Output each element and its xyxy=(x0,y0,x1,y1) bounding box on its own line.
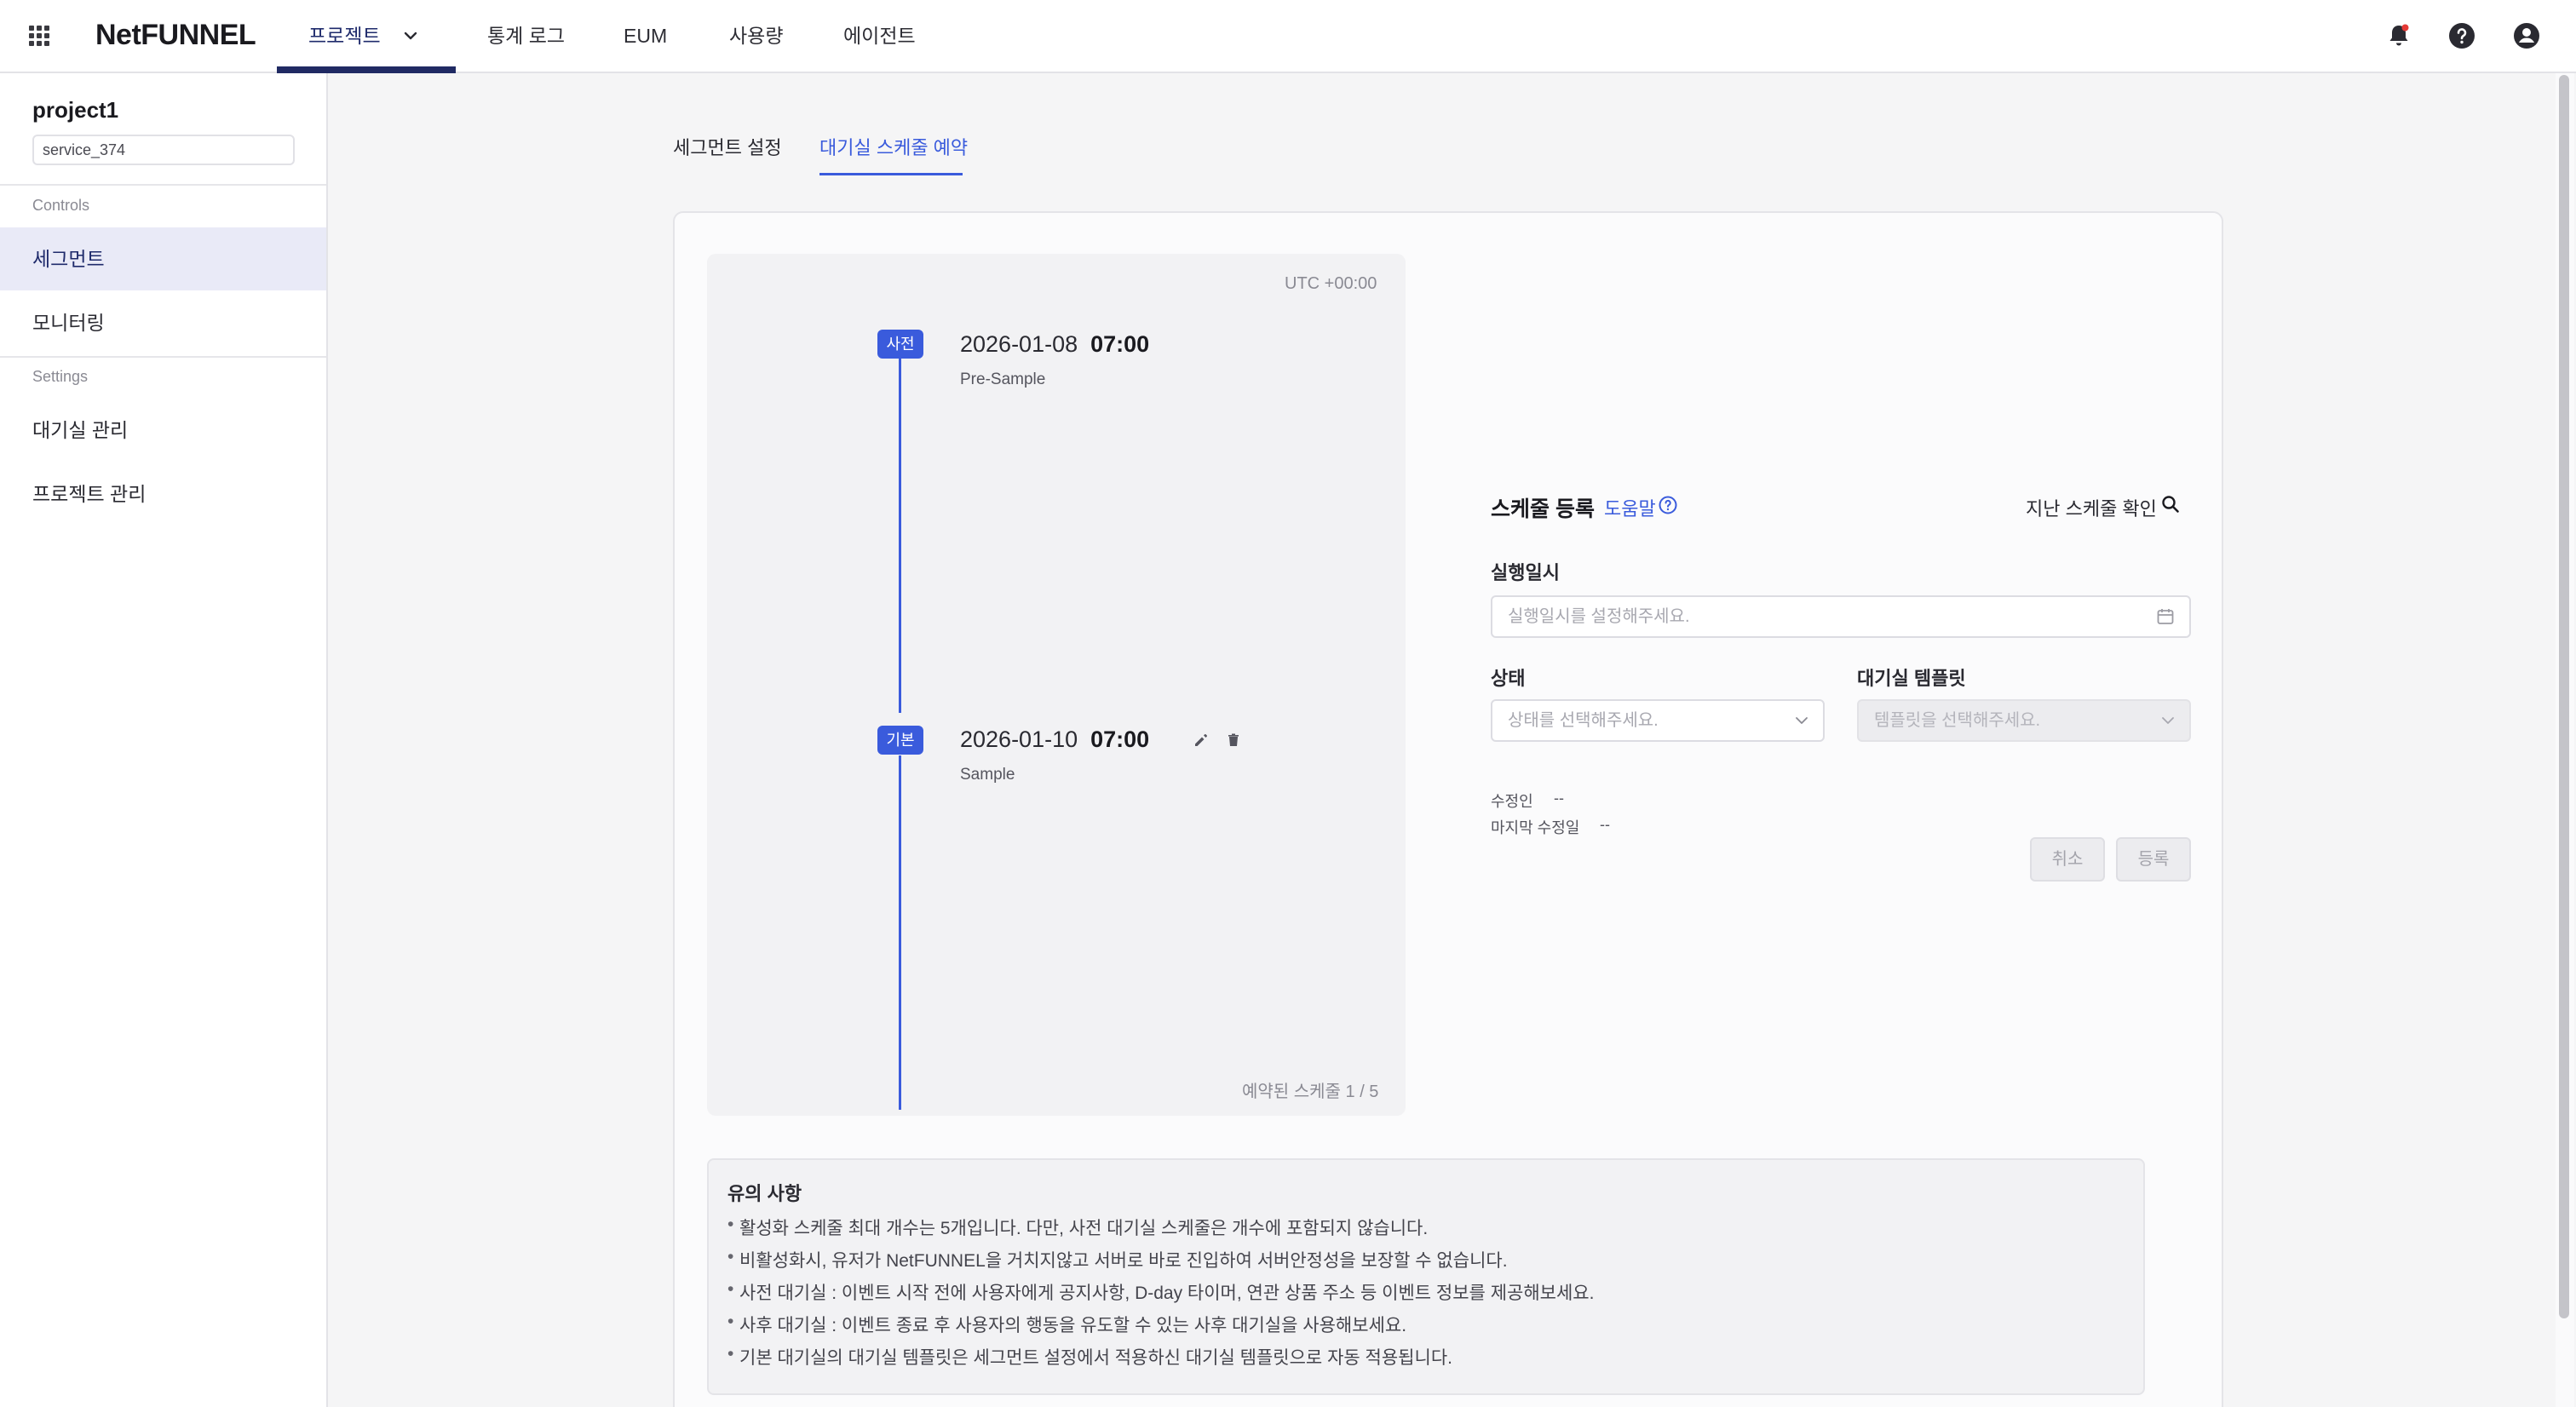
apps-grid-icon[interactable] xyxy=(29,26,49,46)
scrollbar-thumb[interactable] xyxy=(2559,75,2569,1318)
sidebar-item-project-settings[interactable]: 프로젝트 관리 xyxy=(0,462,326,525)
note-item: 비활성화시, 유저가 NetFUNNEL을 거치지않고 서버로 바로 진입하여 … xyxy=(727,1247,1508,1272)
timeline-line xyxy=(899,359,901,713)
trash-icon[interactable] xyxy=(1224,731,1243,749)
nav-agent[interactable]: 에이전트 xyxy=(843,0,916,73)
timeline-badge-default: 기본 xyxy=(877,726,923,755)
past-schedule-link[interactable]: 지난 스케줄 확인 xyxy=(2026,494,2157,521)
entry-date: 2026-01-10 xyxy=(960,726,1078,752)
note-item: 사전 대기실 : 이벤트 시작 전에 사용자에게 공지사항, D-day 타이머… xyxy=(727,1279,1594,1305)
edit-icon[interactable] xyxy=(1192,731,1210,749)
service-selector[interactable]: service_374 xyxy=(32,135,295,165)
nav-active-indicator xyxy=(277,66,456,73)
form-title: 스케줄 등록 xyxy=(1491,497,1595,521)
note-item: 활성화 스케줄 최대 개수는 5개입니다. 다만, 사전 대기실 스케줄은 개수… xyxy=(727,1215,1428,1240)
datetime-label: 실행일시 xyxy=(1491,562,1560,583)
timeline-panel xyxy=(707,254,1406,1116)
help-icon[interactable] xyxy=(2447,20,2477,51)
note-item: 사후 대기실 : 이벤트 종료 후 사용자의 행동을 유도할 수 있는 사후 대… xyxy=(727,1312,1406,1337)
tab-schedule[interactable]: 대기실 스케줄 예약 xyxy=(819,133,968,160)
chevron-down-icon[interactable] xyxy=(400,26,421,46)
calendar-icon[interactable] xyxy=(2155,606,2176,627)
timezone-label: UTC +00:00 xyxy=(1285,274,1377,293)
reserved-count: 예약된 스케줄 1 / 5 xyxy=(1242,1083,1379,1101)
datetime-input[interactable]: 실행일시를 설정해주세요. xyxy=(1491,595,2191,638)
nav-usage[interactable]: 사용량 xyxy=(729,0,783,73)
last-modified-value: -- xyxy=(1600,816,1610,833)
status-label: 상태 xyxy=(1491,668,1526,689)
sidebar-item-segment[interactable]: 세그먼트 xyxy=(0,227,326,290)
template-select[interactable]: 템플릿을 선택해주세요. xyxy=(1857,699,2191,742)
entry-time: 07:00 xyxy=(1090,331,1150,357)
nav-stats-log[interactable]: 통계 로그 xyxy=(487,0,565,73)
sidebar-divider xyxy=(0,184,326,186)
account-icon[interactable] xyxy=(2511,20,2542,51)
notes-title: 유의 사항 xyxy=(727,1183,802,1204)
nav-project[interactable]: 프로젝트 xyxy=(308,0,381,73)
chevron-down-icon xyxy=(2162,717,2174,724)
chevron-down-icon[interactable] xyxy=(1791,710,1812,731)
cancel-button[interactable]: 취소 xyxy=(2030,837,2105,882)
modifier-value: -- xyxy=(1554,790,1564,807)
template-label: 대기실 템플릿 xyxy=(1857,668,1966,689)
sidebar: project1 service_374 Controls 세그먼트 모니터링 … xyxy=(0,73,328,1407)
timeline-entry-date[interactable]: 2026-01-10 07:00 xyxy=(960,726,1149,753)
status-select[interactable]: 상태를 선택해주세요. xyxy=(1491,699,1825,742)
modifier-label: 수정인 xyxy=(1491,793,1533,810)
help-circle-icon[interactable] xyxy=(1658,495,1678,515)
note-item: 기본 대기실의 대기실 템플릿은 세그먼트 설정에서 적용하신 대기실 템플릿으… xyxy=(727,1344,1452,1370)
timeline-line xyxy=(899,755,901,1110)
timeline-badge-pre: 사전 xyxy=(877,330,923,359)
timeline-entry-name: Sample xyxy=(960,766,1015,784)
entry-time: 07:00 xyxy=(1090,726,1150,752)
sidebar-item-monitoring[interactable]: 모니터링 xyxy=(0,291,326,354)
timeline-entry-date[interactable]: 2026-01-08 07:00 xyxy=(960,331,1149,358)
last-modified-label: 마지막 수정일 xyxy=(1491,819,1580,836)
timeline-entry-name: Pre-Sample xyxy=(960,370,1046,388)
register-button[interactable]: 등록 xyxy=(2116,837,2191,882)
help-link[interactable]: 도움말 xyxy=(1604,494,1656,521)
tab-segment-settings[interactable]: 세그먼트 설정 xyxy=(673,133,782,160)
nav-eum[interactable]: EUM xyxy=(624,0,667,73)
project-name: project1 xyxy=(32,97,119,123)
sidebar-divider xyxy=(0,356,326,358)
search-icon[interactable] xyxy=(2160,494,2181,514)
sidebar-section-controls: Controls xyxy=(32,197,90,214)
top-bar: NetFUNNEL 프로젝트 통계 로그 EUM 사용량 에이전트 xyxy=(0,0,2576,73)
sidebar-item-waiting-room[interactable]: 대기실 관리 xyxy=(0,399,326,462)
sidebar-section-settings: Settings xyxy=(32,368,89,385)
bell-icon[interactable] xyxy=(2383,20,2414,51)
logo[interactable]: NetFUNNEL xyxy=(95,19,256,52)
entry-date: 2026-01-08 xyxy=(960,331,1078,357)
tab-active-indicator xyxy=(819,173,963,175)
